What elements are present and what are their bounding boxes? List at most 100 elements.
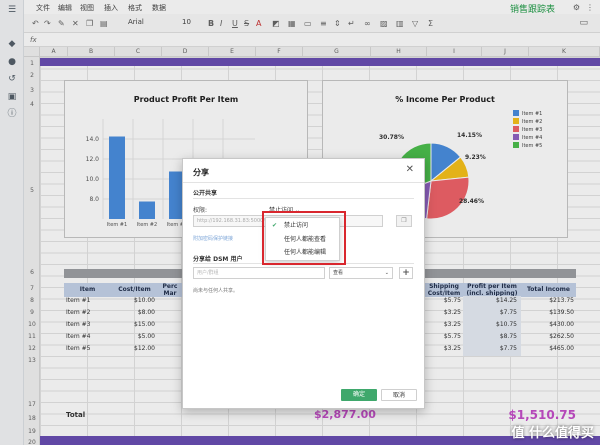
align-left-icon[interactable]: ≡: [320, 19, 327, 28]
info-icon[interactable]: ⓘ: [6, 108, 18, 120]
col-header[interactable]: K: [529, 47, 600, 57]
cell-income[interactable]: $465.00: [521, 345, 574, 352]
row-header[interactable]: 12: [24, 345, 40, 352]
cell-cost[interactable]: $8.00: [111, 309, 155, 316]
more-icon[interactable]: ⋮: [586, 3, 594, 12]
menu-data[interactable]: 数据: [152, 3, 166, 13]
corner-cell[interactable]: [24, 47, 40, 57]
image-icon[interactable]: ▨: [380, 19, 388, 28]
undo-icon[interactable]: ↶: [32, 19, 39, 28]
col-header[interactable]: I: [427, 47, 482, 57]
menu-insert[interactable]: 插入: [104, 3, 118, 13]
row-header[interactable]: 4: [24, 101, 40, 108]
row-header[interactable]: 6: [24, 269, 40, 276]
cell-profit[interactable]: $10.75: [463, 321, 517, 328]
tag-icon[interactable]: ◆: [6, 38, 18, 50]
total-income-value[interactable]: $1,510.75: [500, 408, 576, 422]
user-icon[interactable]: ●: [6, 56, 18, 68]
copy-icon[interactable]: ❐: [86, 19, 93, 28]
font-select[interactable]: Arial: [128, 18, 184, 29]
cell-cost[interactable]: $15.00: [111, 321, 155, 328]
row-header[interactable]: 11: [24, 333, 40, 340]
cell-shipping[interactable]: $3.25: [425, 309, 461, 316]
link-icon[interactable]: ∞: [364, 19, 371, 28]
cell-item[interactable]: Item #5: [66, 345, 90, 352]
col-header[interactable]: A: [40, 47, 68, 57]
strikethrough-icon[interactable]: S: [244, 19, 249, 28]
menu-format[interactable]: 格式: [128, 3, 142, 13]
paste-icon[interactable]: ▤: [100, 19, 108, 28]
cell-cost[interactable]: $5.00: [111, 333, 155, 340]
cell-shipping[interactable]: $5.75: [425, 333, 461, 340]
row-header[interactable]: 19: [24, 428, 40, 435]
row-header[interactable]: 18: [24, 415, 40, 422]
row-header[interactable]: 17: [24, 401, 40, 408]
row-header[interactable]: 3: [24, 87, 40, 94]
formula-bar[interactable]: fx: [24, 33, 600, 47]
role-select[interactable]: 查看 ⌄: [329, 267, 393, 279]
row-header[interactable]: 5: [24, 187, 40, 194]
menu-edit[interactable]: 编辑: [58, 3, 72, 13]
copy-link-icon[interactable]: ❐: [396, 215, 412, 227]
underline-icon[interactable]: U: [232, 19, 238, 28]
row-header[interactable]: 8: [24, 297, 40, 304]
cell-income[interactable]: $213.75: [521, 297, 574, 304]
col-header[interactable]: J: [482, 47, 529, 57]
menu-view[interactable]: 视图: [80, 3, 94, 13]
chart-icon[interactable]: ▥: [396, 19, 404, 28]
cell-profit[interactable]: $14.25: [463, 297, 517, 304]
panel-toggle-icon[interactable]: ▭: [579, 18, 588, 28]
row-header[interactable]: 2: [24, 72, 40, 79]
cell-cost[interactable]: $10.00: [111, 297, 155, 304]
row-header[interactable]: 7: [24, 285, 40, 292]
font-size-select[interactable]: 10: [182, 18, 202, 29]
cell-cost[interactable]: $12.00: [111, 345, 155, 352]
row-header[interactable]: 13: [24, 357, 40, 364]
menu-icon[interactable]: ☰: [6, 4, 18, 16]
add-user-button[interactable]: +: [399, 267, 413, 279]
cell-profit[interactable]: $7.75: [463, 345, 517, 352]
user-group-input[interactable]: 用户/群组: [193, 267, 325, 279]
col-header[interactable]: F: [256, 47, 303, 57]
cell-profit[interactable]: $7.75: [463, 309, 517, 316]
cell-item[interactable]: Item #1: [66, 297, 90, 304]
col-header[interactable]: G: [303, 47, 371, 57]
cancel-button[interactable]: 取消: [381, 389, 417, 401]
cell-item[interactable]: Item #3: [66, 321, 90, 328]
col-header[interactable]: D: [162, 47, 209, 57]
cell-income[interactable]: $430.00: [521, 321, 574, 328]
cell-shipping[interactable]: $5.75: [425, 297, 461, 304]
format-painter-icon[interactable]: ✎: [58, 19, 65, 28]
text-color-icon[interactable]: A: [256, 19, 261, 28]
password-protect-link[interactable]: 附加密码保护链接: [193, 235, 233, 242]
clear-format-icon[interactable]: ✕: [72, 19, 79, 28]
col-header[interactable]: C: [115, 47, 162, 57]
cell-income[interactable]: $139.50: [521, 309, 574, 316]
cell-shipping[interactable]: $3.25: [425, 345, 461, 352]
align-vertical-icon[interactable]: ⇕: [334, 19, 341, 28]
col-header[interactable]: H: [371, 47, 427, 57]
function-icon[interactable]: Σ: [428, 19, 433, 28]
lock-icon[interactable]: ▣: [6, 91, 18, 103]
italic-icon[interactable]: I: [220, 19, 222, 28]
redo-icon[interactable]: ↷: [44, 19, 51, 28]
col-header[interactable]: B: [68, 47, 115, 57]
cell-item[interactable]: Item #4: [66, 333, 90, 340]
wrap-icon[interactable]: ↵: [348, 19, 355, 28]
ok-button[interactable]: 确定: [341, 389, 377, 401]
fill-color-icon[interactable]: ◩: [272, 19, 280, 28]
col-header[interactable]: E: [209, 47, 256, 57]
close-icon[interactable]: ✕: [406, 164, 414, 175]
cell-income[interactable]: $262.50: [521, 333, 574, 340]
row-header[interactable]: 9: [24, 309, 40, 316]
merge-icon[interactable]: ▭: [304, 19, 312, 28]
history-icon[interactable]: ↺: [6, 73, 18, 85]
menu-file[interactable]: 文件: [36, 3, 50, 13]
cell-shipping[interactable]: $3.25: [425, 321, 461, 328]
row-header[interactable]: 1: [24, 60, 40, 67]
total-label[interactable]: Total: [66, 411, 85, 419]
bold-icon[interactable]: B: [208, 19, 214, 28]
settings-icon[interactable]: ⚙: [573, 3, 580, 12]
cell-profit[interactable]: $8.75: [463, 333, 517, 340]
cell-item[interactable]: Item #2: [66, 309, 90, 316]
